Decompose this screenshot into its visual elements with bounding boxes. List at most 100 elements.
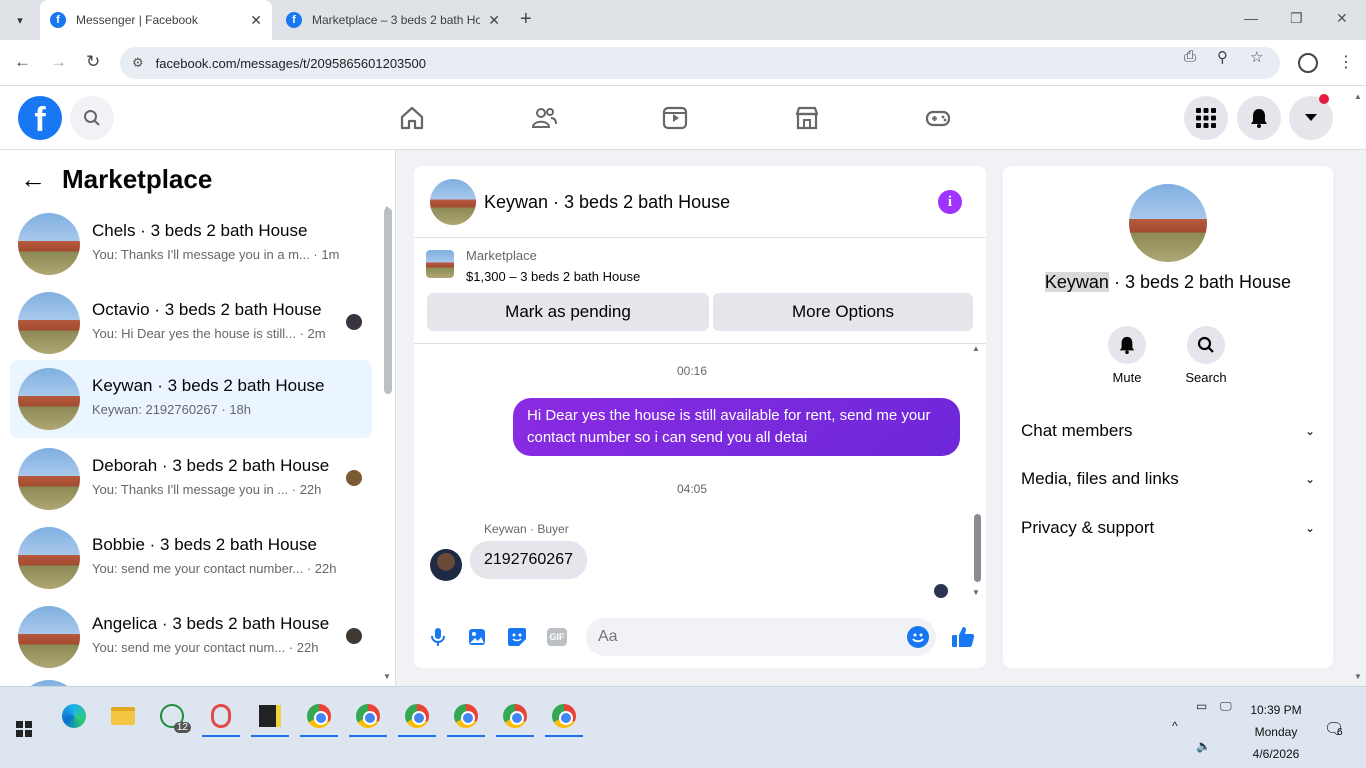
- scroll-down-icon[interactable]: ▼: [972, 588, 980, 597]
- address-bar-row: ← → ↻ ⚙ facebook.com/messages/t/20958656…: [0, 40, 1366, 86]
- tab-marketplace[interactable]: f Marketplace – 3 beds 2 bath Ho ✕: [276, 0, 510, 40]
- facebook-logo[interactable]: f: [18, 96, 62, 140]
- volume-icon[interactable]: 🔈: [1196, 739, 1211, 753]
- gif-button[interactable]: GIF: [546, 626, 568, 648]
- taskbar-chrome[interactable]: [347, 695, 389, 737]
- close-tab-icon[interactable]: ✕: [250, 12, 262, 29]
- bookmark-star-icon[interactable]: ☆: [1250, 48, 1263, 66]
- close-tab-icon[interactable]: ✕: [488, 12, 500, 29]
- profile-avatar[interactable]: [1129, 184, 1207, 262]
- back-icon[interactable]: ←: [14, 52, 31, 72]
- conversation-item[interactable]: Octavio · 3 beds 2 bath House You: Hi De…: [10, 284, 372, 362]
- like-button[interactable]: [950, 624, 976, 650]
- more-options-button[interactable]: More Options: [713, 293, 973, 331]
- mark-as-pending-button[interactable]: Mark as pending: [427, 293, 709, 331]
- taskbar-chrome[interactable]: [298, 695, 340, 737]
- chevron-down-icon: ⌄: [1304, 472, 1315, 486]
- emoji-button[interactable]: [907, 626, 929, 648]
- taskbar-edge[interactable]: [53, 695, 95, 737]
- house-thumbnail: [18, 368, 80, 430]
- taskbar-chrome[interactable]: [494, 695, 536, 737]
- search-action[interactable]: Search: [1176, 326, 1236, 385]
- show-hidden-icons-chevron-icon[interactable]: ^: [1172, 719, 1178, 733]
- chat-title[interactable]: Keywan · 3 beds 2 bath House: [484, 192, 730, 213]
- mute-button[interactable]: [1108, 326, 1146, 364]
- message-input[interactable]: [586, 618, 936, 656]
- chat-members-section[interactable]: Chat members ⌄: [1021, 416, 1315, 446]
- restore-icon[interactable]: ❐: [1290, 10, 1303, 27]
- marketplace-nav-button[interactable]: [789, 100, 825, 136]
- taskbar-chrome[interactable]: [543, 695, 585, 737]
- conversation-item[interactable]: Chels · 3 beds 2 bath House You: Thanks …: [10, 205, 372, 283]
- search-label: Search: [1185, 370, 1227, 385]
- sticker-button[interactable]: [506, 626, 528, 648]
- attach-photo-button[interactable]: [466, 626, 488, 648]
- clock-day: Monday: [1254, 725, 1298, 739]
- menu-button[interactable]: [1184, 96, 1228, 140]
- video-icon: [662, 106, 688, 130]
- taskbar-sticky-notes[interactable]: [249, 695, 291, 737]
- chrome-icon: [356, 704, 380, 728]
- conversation-name: Keywan · 3 beds 2 bath House: [92, 376, 325, 395]
- taskbar-clock[interactable]: 10:39 PM Monday 4/6/2026: [1240, 699, 1312, 765]
- notifications-button[interactable]: [1237, 96, 1281, 140]
- taskbar-file-explorer[interactable]: [102, 695, 144, 737]
- zoom-icon[interactable]: ⚲: [1217, 48, 1228, 66]
- conversation-name: Deborah · 3 beds 2 bath House: [92, 456, 330, 475]
- site-info-icon[interactable]: ⚙: [132, 55, 144, 71]
- page-scroll-down-icon[interactable]: ▼: [1354, 672, 1362, 681]
- url-bar[interactable]: ⚙ facebook.com/messages/t/20958656012035…: [120, 47, 1280, 79]
- paint-icon: [211, 704, 231, 728]
- back-arrow-icon[interactable]: ←: [20, 164, 46, 195]
- new-tab-icon[interactable]: +: [520, 8, 532, 31]
- mute-action[interactable]: Mute: [1097, 326, 1157, 385]
- incoming-message[interactable]: 2192760267: [470, 541, 587, 579]
- taskbar-whatsapp[interactable]: 12: [151, 695, 193, 737]
- taskbar-chrome[interactable]: [396, 695, 438, 737]
- privacy-support-section[interactable]: Privacy & support ⌄: [1021, 513, 1315, 543]
- conversation-item[interactable]: Deborah · 3 beds 2 bath House You: Thank…: [10, 440, 372, 518]
- video-nav-button[interactable]: [657, 100, 693, 136]
- account-button[interactable]: [1289, 94, 1333, 140]
- mute-label: Mute: [1112, 370, 1142, 385]
- forward-icon[interactable]: →: [50, 52, 67, 72]
- home-nav-button[interactable]: [394, 100, 430, 136]
- message-scrollbar[interactable]: [974, 514, 981, 582]
- tab-title: Marketplace – 3 beds 2 bath Ho: [312, 13, 481, 27]
- battery-icon[interactable]: ▭: [1196, 699, 1207, 713]
- voice-clip-button[interactable]: [427, 626, 449, 648]
- listing-thumbnail[interactable]: [426, 250, 454, 278]
- network-icon[interactable]: 🖵: [1220, 699, 1232, 714]
- taskbar-app-paint[interactable]: [200, 695, 242, 737]
- house-thumbnail: [18, 448, 80, 510]
- conversation-scrollbar[interactable]: [384, 208, 392, 394]
- page-scroll-up-icon[interactable]: ▲: [1354, 92, 1362, 101]
- media-files-section[interactable]: Media, files and links ⌄: [1021, 464, 1315, 494]
- windows-start-icon[interactable]: [16, 721, 32, 737]
- tab-search-chevron-icon[interactable]: ▾: [8, 8, 32, 32]
- info-icon[interactable]: i: [938, 190, 962, 214]
- tab-title: Messenger | Facebook: [76, 13, 198, 27]
- menu-kebab-icon[interactable]: ⋮: [1338, 52, 1354, 72]
- tab-messenger[interactable]: f Messenger | Facebook ✕: [40, 0, 272, 40]
- install-app-icon[interactable]: ⎙: [1184, 48, 1196, 65]
- conversation-item[interactable]: Keywan · 3 beds 2 bath House Keywan: 219…: [10, 360, 372, 438]
- minimize-icon[interactable]: —: [1244, 10, 1258, 26]
- search-button[interactable]: [70, 96, 114, 140]
- scroll-up-icon[interactable]: ▲: [972, 344, 980, 353]
- conversation-item[interactable]: Angelica · 3 beds 2 bath House You: send…: [10, 598, 372, 676]
- listing-price[interactable]: $1,300 – 3 beds 2 bath House: [466, 269, 640, 284]
- profile-icon[interactable]: [1298, 53, 1318, 73]
- close-window-icon[interactable]: ✕: [1336, 10, 1348, 27]
- outgoing-message[interactable]: Hi Dear yes the house is still available…: [513, 398, 960, 456]
- friends-nav-button[interactable]: [526, 100, 562, 136]
- chat-avatar[interactable]: [430, 179, 476, 225]
- buyer-avatar[interactable]: [430, 549, 462, 581]
- gaming-nav-button[interactable]: [920, 100, 956, 136]
- taskbar-chrome[interactable]: [445, 695, 487, 737]
- scroll-down-icon[interactable]: ▼: [383, 672, 391, 681]
- reload-icon[interactable]: ↻: [86, 52, 100, 72]
- conversation-item[interactable]: Bobbie · 3 beds 2 bath House You: send m…: [10, 519, 372, 597]
- profile-name-rest: · 3 beds 2 bath House: [1108, 272, 1292, 292]
- search-in-chat-button[interactable]: [1187, 326, 1225, 364]
